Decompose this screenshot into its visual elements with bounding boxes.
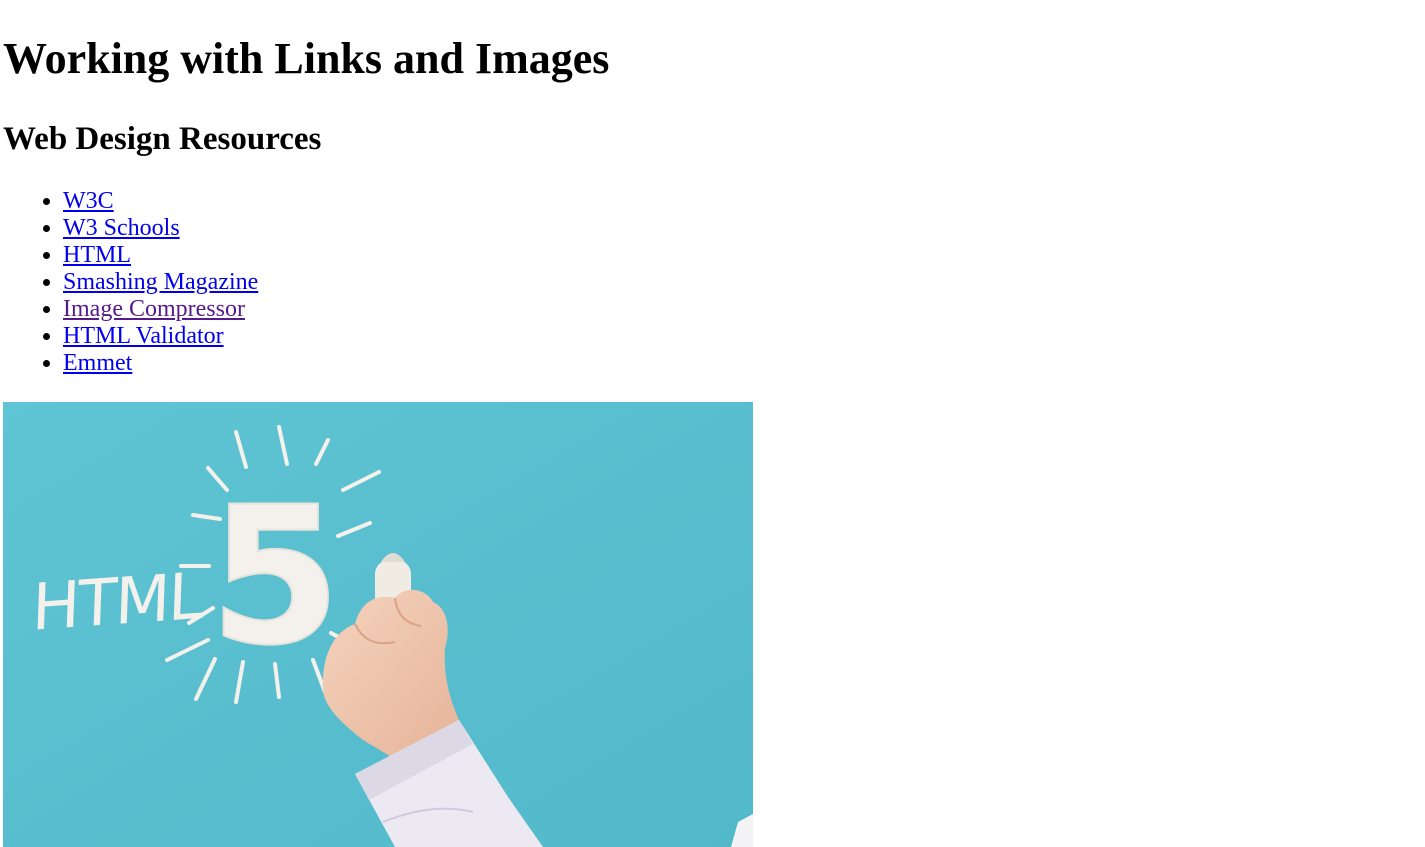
page-title: Working with Links and Images — [3, 34, 610, 83]
link-image-compressor[interactable]: Image Compressor — [63, 296, 245, 322]
list-item: Image Compressor — [63, 296, 258, 323]
chalk-five: 5 — [209, 466, 341, 687]
link-html[interactable]: HTML — [63, 242, 131, 268]
html5-hero-image: HTML 5 — [3, 402, 753, 847]
chalk-html-text: HTML — [31, 559, 205, 646]
list-item: Emmet — [63, 350, 258, 377]
list-item: W3 Schools — [63, 215, 258, 242]
link-w3-schools[interactable]: W3 Schools — [63, 215, 180, 241]
list-item: HTML Validator — [63, 323, 258, 350]
page: Working with Links and Images Web Design… — [0, 0, 1425, 847]
list-item: W3C — [63, 188, 258, 215]
section-heading: Web Design Resources — [3, 121, 322, 157]
link-w3c[interactable]: W3C — [63, 188, 114, 214]
link-html-validator[interactable]: HTML Validator — [63, 323, 224, 349]
link-emmet[interactable]: Emmet — [63, 350, 132, 376]
link-smashing-magazine[interactable]: Smashing Magazine — [63, 269, 258, 295]
list-item: HTML — [63, 242, 258, 269]
list-item: Smashing Magazine — [63, 269, 258, 296]
resource-link-list: W3C W3 Schools HTML Smashing Magazine Im… — [0, 188, 258, 377]
